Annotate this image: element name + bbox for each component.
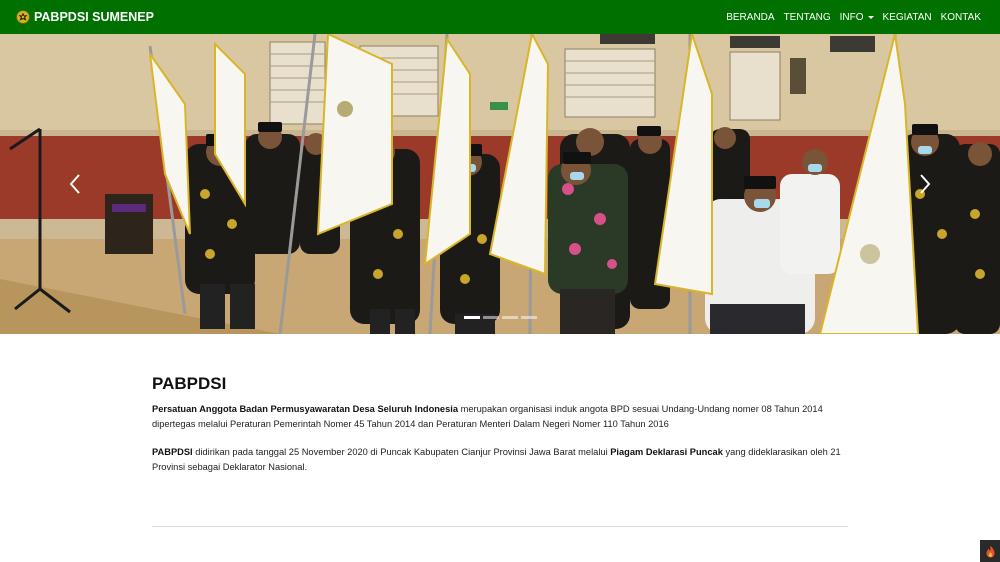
- nav-menu: BERANDA TENTANG INFO KEGIATAN KONTAK: [722, 12, 984, 23]
- chevron-left-icon: [69, 174, 80, 194]
- carousel-next-button[interactable]: [850, 34, 1000, 334]
- nav-tentang[interactable]: TENTANG: [779, 12, 835, 23]
- carousel-indicators: [0, 316, 1000, 319]
- nav-beranda-label: BERANDA: [726, 11, 775, 23]
- founding-paragraph: PABPDSI didirikan pada tanggal 25 Novemb…: [152, 445, 852, 474]
- chevron-right-icon: [920, 174, 931, 194]
- nav-kegiatan[interactable]: KEGIATAN: [878, 12, 936, 23]
- section-title: PABPDSI: [152, 374, 227, 393]
- nav-beranda[interactable]: BERANDA: [722, 12, 779, 23]
- nav-kontak-label: KONTAK: [940, 11, 981, 23]
- carousel-indicator-3[interactable]: [501, 316, 518, 319]
- carousel-prev-button[interactable]: [0, 34, 150, 334]
- hero-carousel: [0, 34, 1000, 334]
- about-section: PABPDSI Persatuan Anggota Badan Permusya…: [152, 374, 852, 474]
- founding-body-text: didirikan pada tanggal 25 November 2020 …: [192, 447, 611, 457]
- brand-name: PABPDSI SUMENEP: [34, 10, 154, 24]
- founding-bold-name: PABPDSI: [152, 447, 193, 457]
- founding-bold-charter: Piagam Deklarasi Puncak: [610, 447, 723, 457]
- garuda-emblem-icon: [16, 10, 30, 24]
- nav-kegiatan-label: KEGIATAN: [882, 11, 932, 23]
- intro-bold-text: Persatuan Anggota Badan Permusyawaratan …: [152, 404, 459, 414]
- brand-link[interactable]: PABPDSI SUMENEP: [16, 10, 154, 24]
- top-navbar: PABPDSI SUMENEP BERANDA TENTANG INFO KEG…: [0, 0, 1000, 34]
- caret-down-icon: [867, 15, 874, 19]
- section-divider: [152, 526, 848, 527]
- intro-paragraph: Persatuan Anggota Badan Permusyawaratan …: [152, 402, 852, 431]
- carousel-indicator-1[interactable]: [463, 316, 480, 319]
- nav-kontak[interactable]: KONTAK: [936, 12, 984, 23]
- carousel-indicator-4[interactable]: [520, 316, 537, 319]
- carousel-indicator-2[interactable]: [482, 316, 499, 319]
- nav-tentang-label: TENTANG: [783, 11, 831, 23]
- nav-info-label: INFO: [839, 11, 864, 23]
- nav-info-dropdown[interactable]: INFO: [835, 12, 878, 23]
- flame-icon: [986, 545, 994, 557]
- corner-widget-button[interactable]: [980, 540, 1000, 562]
